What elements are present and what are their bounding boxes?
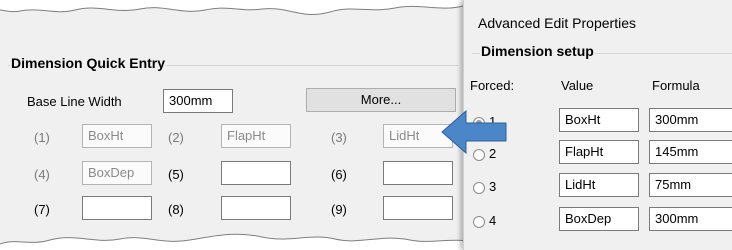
dim-field-6[interactable] — [383, 161, 453, 185]
forced-radio-label: 4 — [489, 213, 497, 228]
value-field-1[interactable]: BoxHt — [559, 108, 639, 132]
forced-column-header: Forced: — [470, 78, 515, 93]
callout-arrow-icon — [441, 109, 507, 155]
base-line-width-label: Base Line Width — [27, 94, 122, 109]
dim-field-1[interactable]: BoxHt — [82, 124, 152, 148]
dim-number-label: (3) — [331, 130, 347, 145]
dim-number-label: (2) — [168, 130, 184, 145]
dim-field-9[interactable] — [383, 196, 453, 220]
value-column-header: Value — [561, 78, 594, 93]
formula-field-4[interactable]: 300mm — [649, 207, 732, 231]
more-button[interactable]: More... — [306, 88, 456, 112]
dimension-setup-title: Dimension setup — [480, 43, 595, 59]
dim-field-4[interactable]: BoxDep — [82, 161, 152, 185]
value-field-3[interactable]: LidHt — [559, 173, 639, 197]
value-field-2[interactable]: FlapHt — [559, 140, 639, 164]
dim-number-label: (6) — [331, 167, 347, 182]
forced-radio-3[interactable] — [473, 182, 485, 194]
dim-number-label: (1) — [34, 130, 50, 145]
quick-entry-title: Dimension Quick Entry — [10, 55, 167, 71]
forced-radio-4[interactable] — [473, 216, 485, 228]
dim-number-label: (9) — [331, 202, 347, 217]
dim-field-7[interactable] — [82, 196, 152, 220]
formula-field-1[interactable]: 300mm — [649, 108, 732, 132]
dim-field-5[interactable] — [221, 161, 291, 185]
dim-number-label: (5) — [168, 167, 184, 182]
dim-number-label: (8) — [168, 202, 184, 217]
formula-field-2[interactable]: 145mm — [649, 140, 732, 164]
value-field-4[interactable]: BoxDep — [559, 207, 639, 231]
dim-field-2[interactable]: FlapHt — [221, 124, 291, 148]
advanced-window-title: Advanced Edit Properties — [478, 15, 636, 31]
dim-number-label: (4) — [34, 167, 50, 182]
dim-number-label: (7) — [34, 202, 50, 217]
formula-field-3[interactable]: 75mm — [649, 173, 732, 197]
forced-radio-label: 3 — [489, 179, 497, 194]
formula-column-header: Formula — [652, 78, 700, 93]
dim-field-8[interactable] — [221, 196, 291, 220]
base-line-width-field[interactable]: 300mm — [163, 89, 233, 113]
